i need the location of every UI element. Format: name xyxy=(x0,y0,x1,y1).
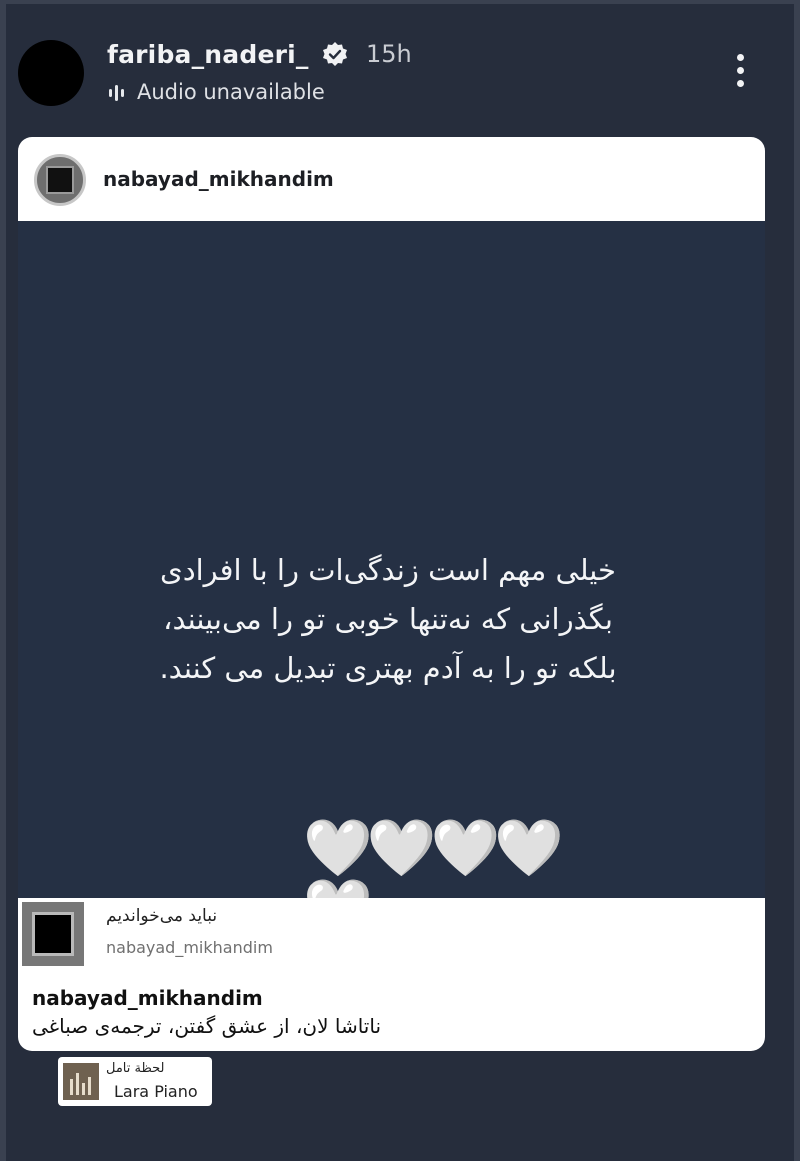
avatar[interactable] xyxy=(18,40,84,106)
more-vertical-icon[interactable] xyxy=(731,54,751,88)
story-header: fariba_naderi_ 15h Audio unavailable xyxy=(0,0,800,130)
username[interactable]: fariba_naderi_ xyxy=(107,40,309,69)
album-art xyxy=(63,1063,99,1100)
music-artist: Lara Piano xyxy=(114,1082,198,1101)
white-heart-icons: 🤍🤍🤍🤍🤍 xyxy=(303,816,564,939)
shared-post-username[interactable]: nabayad_mikhandim xyxy=(103,167,334,191)
profile-thumbnail[interactable] xyxy=(22,902,84,966)
shared-post-footer[interactable]: نباید می‌خواندیم nabayad_mikhandim nabay… xyxy=(18,898,765,1051)
shared-post-header[interactable]: nabayad_mikhandim xyxy=(18,137,765,221)
music-sticker[interactable]: لحظة تامل Lara Piano xyxy=(58,1057,212,1106)
audio-status-text: Audio unavailable xyxy=(137,80,325,104)
shared-post-avatar[interactable] xyxy=(34,154,86,206)
story-frame: fariba_naderi_ 15h Audio unavailable nab… xyxy=(0,0,800,1161)
caption-username[interactable]: nabayad_mikhandim xyxy=(32,986,263,1010)
post-time: 15h xyxy=(366,40,412,68)
verified-badge-icon xyxy=(323,42,347,66)
shared-post-content[interactable]: خیلی مهم است زندگی‌ات را با افرادی بگذرا… xyxy=(18,221,765,939)
quote-line: خیلی مهم است زندگی‌ات را با افرادی xyxy=(160,553,616,587)
quote-line: بگذرانی که نه‌تنها خوبی تو را می‌بینند، xyxy=(163,602,613,636)
profile-handle: nabayad_mikhandim xyxy=(106,938,273,957)
music-title: لحظة تامل xyxy=(106,1061,165,1076)
profile-display-name: نباید می‌خواندیم xyxy=(106,906,218,926)
quote-text: خیلی مهم است زندگی‌ات را با افرادی بگذرا… xyxy=(108,546,668,693)
audio-bars-icon xyxy=(109,85,124,101)
caption-text: ناتاشا لان، از عشق گفتن، ترجمه‌ی صباغی xyxy=(32,1014,382,1038)
quote-line: بلکه تو را به آدم بهتری تبدیل می کنند. xyxy=(159,651,617,685)
